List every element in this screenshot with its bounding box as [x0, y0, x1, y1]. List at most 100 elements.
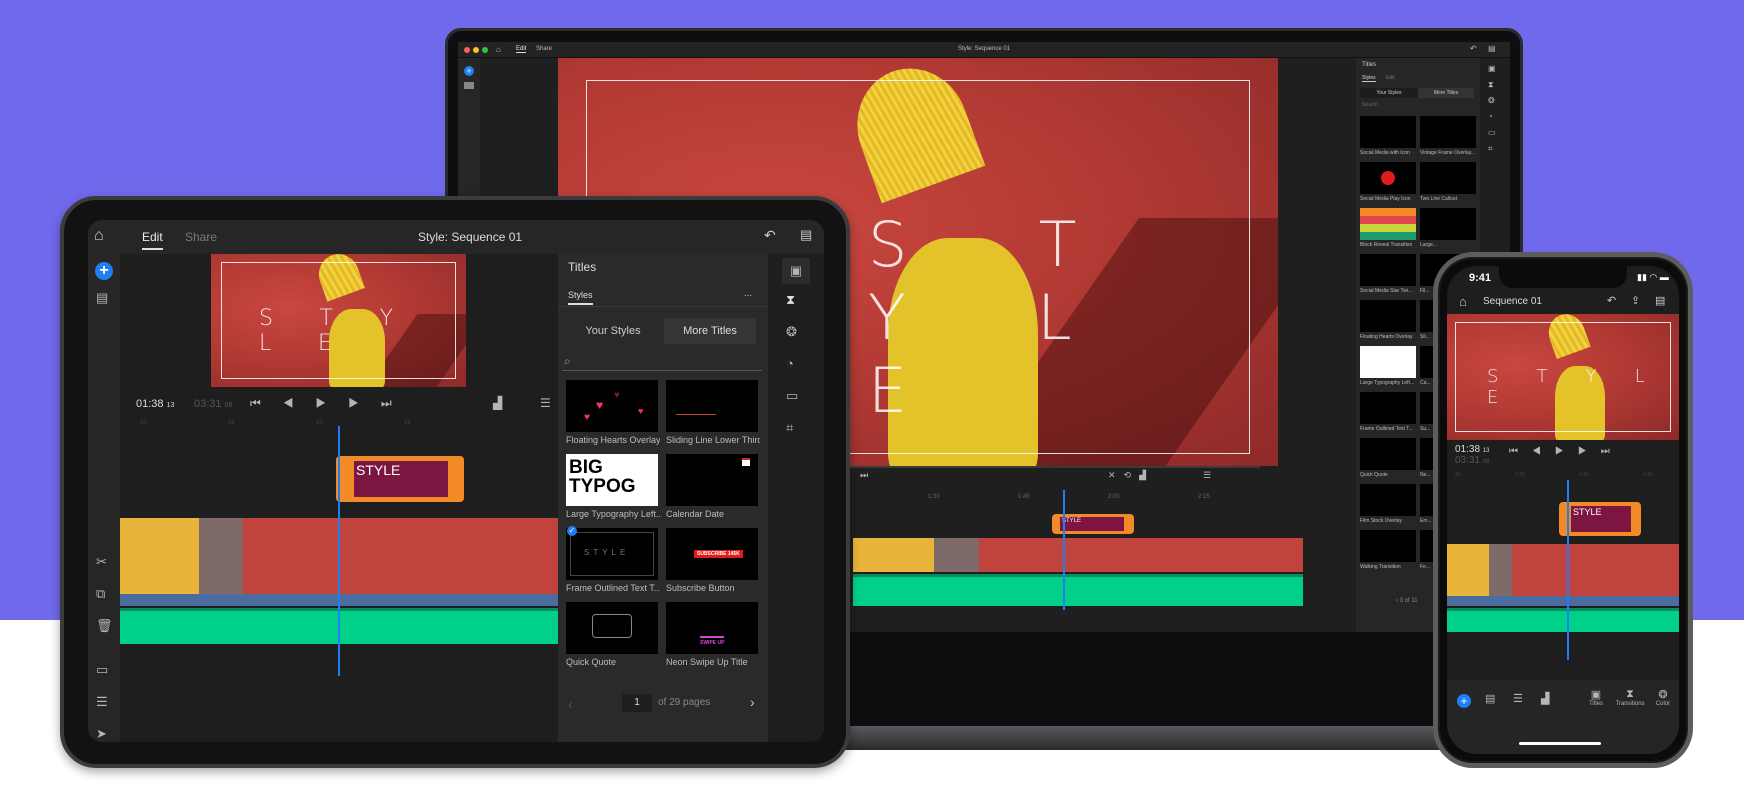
- ipad-title-clip[interactable]: STYLE: [336, 456, 464, 502]
- page-number[interactable]: 3: [1400, 598, 1403, 604]
- tab-styles[interactable]: Styles: [568, 290, 593, 305]
- title-thumbnail[interactable]: [1360, 254, 1416, 286]
- phone-title-clip[interactable]: STYLE: [1559, 502, 1641, 536]
- laptop-audio-track[interactable]: [853, 574, 1303, 606]
- transform-icon[interactable]: ⌗: [786, 420, 793, 436]
- speed-icon[interactable]: ◔: [1488, 112, 1493, 121]
- tracks-icon[interactable]: ☰: [1513, 692, 1523, 705]
- your-styles-button[interactable]: Your Styles: [568, 318, 658, 344]
- title-thumbnail[interactable]: [1360, 300, 1416, 332]
- feedback-icon[interactable]: ▤: [1655, 294, 1665, 307]
- title-thumbnail[interactable]: [1360, 438, 1416, 470]
- transform-icon[interactable]: ⌗: [1488, 144, 1493, 154]
- project-icon[interactable]: [464, 82, 474, 89]
- page-number-input[interactable]: 1: [622, 694, 652, 712]
- color-icon[interactable]: ❂: [786, 324, 797, 340]
- title-thumbnail-quote[interactable]: [566, 602, 658, 654]
- close-window-button[interactable]: [464, 47, 470, 53]
- undo-icon[interactable]: ↶: [764, 227, 776, 244]
- titles-icon[interactable]: ▣: [1488, 64, 1496, 73]
- add-media-button[interactable]: +: [1457, 694, 1471, 708]
- pagination[interactable]: ‹ 3 of 11: [1396, 598, 1418, 604]
- title-thumbnail[interactable]: [1360, 346, 1416, 378]
- title-thumbnail[interactable]: [1420, 162, 1476, 194]
- project-icon[interactable]: ▤: [1485, 692, 1495, 705]
- phone-audio-track[interactable]: [1447, 608, 1679, 632]
- project-icon[interactable]: ▤: [96, 290, 108, 306]
- title-thumbnail[interactable]: [1360, 162, 1416, 194]
- transitions-icon[interactable]: ⧗: [786, 292, 795, 308]
- add-media-button[interactable]: +: [95, 262, 113, 280]
- title-thumbnail-lower-third[interactable]: [666, 380, 758, 432]
- duplicate-icon[interactable]: ⧉: [96, 586, 105, 602]
- title-thumbnail-hearts[interactable]: ♥ ♥ ♥ ♥: [566, 380, 658, 432]
- title-thumbnail[interactable]: [1420, 116, 1476, 148]
- select-tool-icon[interactable]: ➤: [96, 726, 107, 742]
- search-input[interactable]: Search: [1362, 102, 1378, 108]
- title-thumbnail[interactable]: [1360, 208, 1416, 240]
- undo-icon[interactable]: ↶: [1607, 294, 1616, 307]
- menu-icon[interactable]: ☰: [540, 396, 551, 410]
- tab-styles[interactable]: Styles: [1362, 75, 1376, 82]
- transitions-icon[interactable]: ⧗: [1488, 80, 1494, 90]
- media-icon[interactable]: ▭: [96, 662, 108, 678]
- tab-share[interactable]: Share: [185, 230, 217, 244]
- color-icon[interactable]: ❂: [1488, 96, 1495, 105]
- laptop-video-track[interactable]: [853, 538, 1303, 572]
- title-thumbnail-neon[interactable]: SWIPE UP: [666, 602, 758, 654]
- tab-edit[interactable]: Edit: [142, 230, 163, 250]
- aspect-icon[interactable]: ▟: [493, 396, 502, 410]
- laptop-view-controls[interactable]: ✕⟲▟: [1108, 470, 1154, 481]
- crop-icon[interactable]: ▭: [786, 388, 798, 404]
- scissors-icon[interactable]: ✂: [96, 554, 107, 570]
- title-thumbnail[interactable]: [1420, 208, 1476, 240]
- your-styles-button[interactable]: Your Styles: [1360, 88, 1418, 98]
- home-indicator[interactable]: [1519, 742, 1601, 745]
- minimize-window-button[interactable]: [473, 47, 479, 53]
- tab-transitions[interactable]: ⧗ Transitions: [1611, 688, 1649, 707]
- search-input[interactable]: [562, 370, 762, 371]
- title-thumbnail[interactable]: [1360, 392, 1416, 424]
- maximize-window-button[interactable]: [482, 47, 488, 53]
- ipad-transport-controls[interactable]: ⏮◀▶▶⏭: [250, 396, 414, 411]
- ipad-playhead[interactable]: [338, 426, 340, 676]
- phone-playhead[interactable]: [1567, 480, 1569, 660]
- title-thumbnail[interactable]: [1360, 530, 1416, 562]
- tab-share[interactable]: Share: [536, 46, 552, 52]
- title-thumbnail-subscribe[interactable]: SUBSCRIBE 145K: [666, 528, 758, 580]
- tab-titles[interactable]: ▣ Titles: [1581, 688, 1611, 707]
- phone-video-audio[interactable]: [1447, 596, 1679, 606]
- next-page-button[interactable]: ›: [750, 694, 755, 710]
- home-icon[interactable]: ⌂: [1459, 294, 1467, 309]
- speed-icon[interactable]: ◔: [786, 356, 794, 371]
- more-titles-button[interactable]: More Titles: [1418, 88, 1474, 98]
- prev-page-button[interactable]: ‹: [568, 696, 573, 712]
- aspect-icon[interactable]: ▟: [1541, 692, 1549, 705]
- more-titles-button[interactable]: More Titles: [664, 318, 756, 344]
- title-thumbnail-big-typo[interactable]: BIG TYPOG: [566, 454, 658, 506]
- title-thumbnail-frame[interactable]: STYLE ✓: [566, 526, 658, 580]
- phone-video-track[interactable]: [1447, 544, 1679, 596]
- home-icon[interactable]: ⌂: [496, 45, 501, 54]
- phone-transport-controls[interactable]: ⏮◀▶▶⏭: [1509, 446, 1624, 457]
- title-thumbnail[interactable]: [1360, 484, 1416, 516]
- laptop-playhead[interactable]: [1063, 490, 1065, 610]
- title-thumbnail[interactable]: [1360, 116, 1416, 148]
- crop-icon[interactable]: ▭: [1488, 128, 1496, 137]
- home-icon[interactable]: ⌂: [94, 227, 104, 245]
- feedback-icon[interactable]: ▤: [1488, 44, 1496, 53]
- phone-program-monitor[interactable]: S T Y L E: [1447, 314, 1679, 440]
- search-icon[interactable]: ⌕: [564, 354, 571, 369]
- tab-edit[interactable]: Edit: [516, 46, 527, 53]
- more-options-button[interactable]: ...: [744, 288, 752, 299]
- trash-icon[interactable]: 🗑: [96, 618, 113, 634]
- feedback-icon[interactable]: ▤: [800, 227, 812, 243]
- menu-icon[interactable]: ☰: [1203, 470, 1211, 481]
- tab-color[interactable]: ❂ Color: [1649, 688, 1677, 707]
- titles-icon[interactable]: ▣: [782, 258, 810, 284]
- add-media-button[interactable]: +: [464, 66, 474, 76]
- tracks-icon[interactable]: ☰: [96, 694, 108, 710]
- title-thumbnail-calendar[interactable]: [666, 454, 758, 506]
- share-icon[interactable]: ⇪: [1631, 294, 1640, 307]
- ipad-program-monitor[interactable]: S T Y L E: [211, 254, 466, 387]
